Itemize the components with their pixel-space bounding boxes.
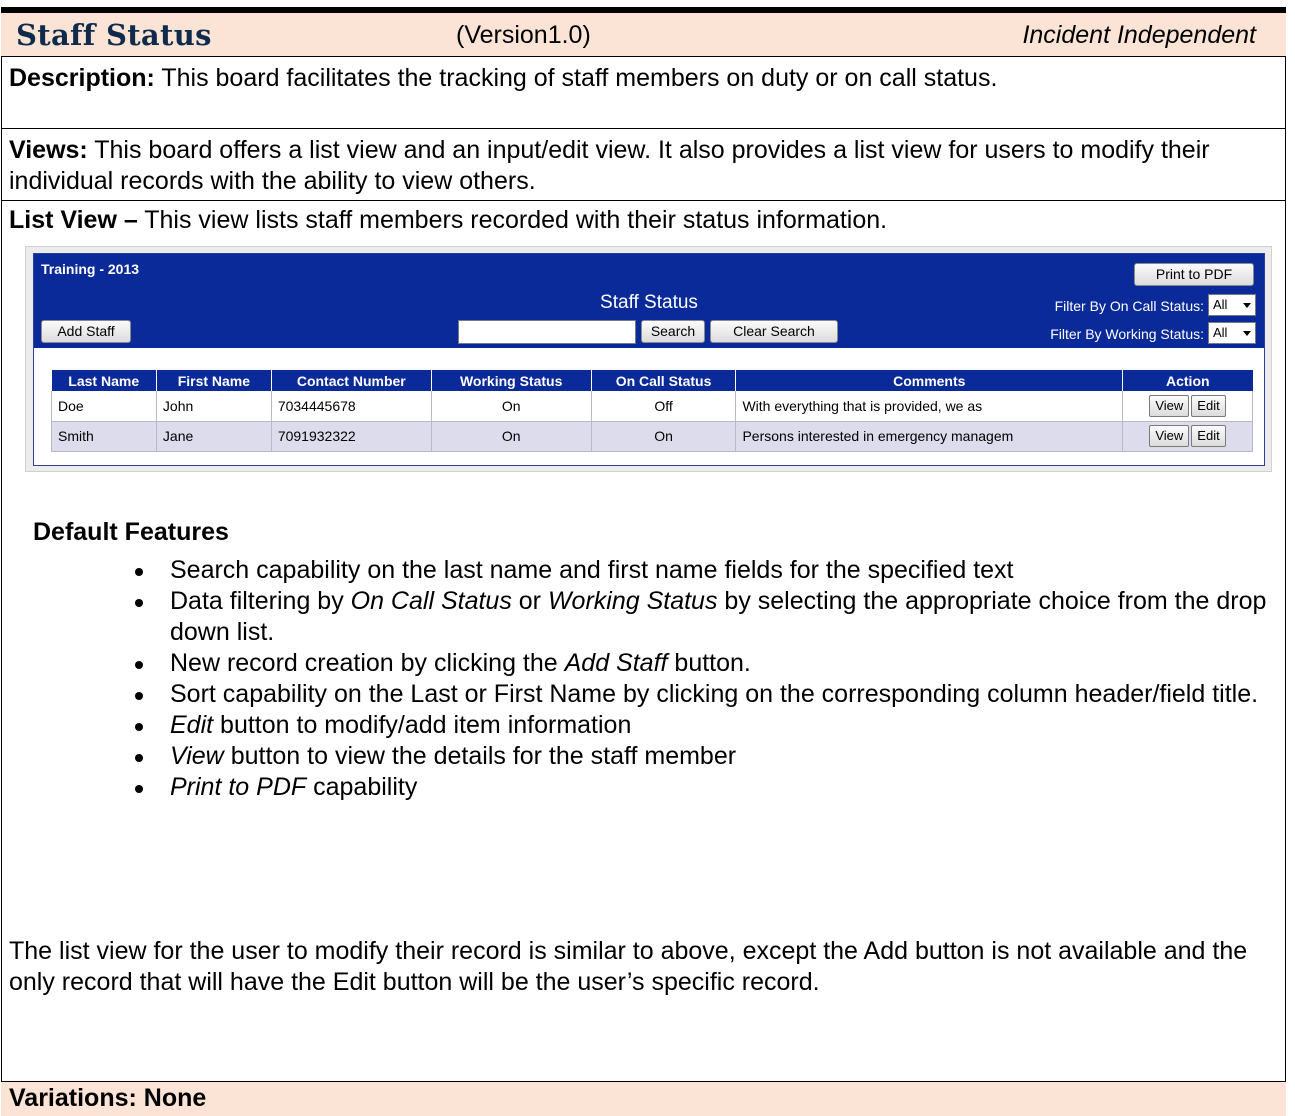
clear-search-button[interactable]: Clear Search [710, 320, 838, 343]
column-header-on-call-status: On Call Status [591, 370, 737, 391]
list-view-screenshot: Training - 2013 Staff Status Print to PD… [25, 246, 1272, 472]
search-button[interactable]: Search [641, 320, 705, 343]
app-board-name: Training - 2013 [41, 261, 140, 277]
cell-comments: Persons interested in emergency managem [735, 421, 1124, 452]
table-row: Smith Jane 7091932322 On On Persons inte… [51, 421, 1253, 452]
column-header-first-name[interactable]: First Name [156, 370, 272, 391]
feature-emphasis: Print to PDF [170, 773, 307, 801]
list-item: Edit button to modify/add item informati… [135, 710, 1270, 741]
board-title: Staff Status [16, 18, 212, 52]
table-row: Doe John 7034445678 On Off With everythi… [51, 391, 1253, 422]
table-header-row: Last Name First Name Contact Number Work… [51, 370, 1253, 391]
list-item: Search capability on the last name and f… [135, 555, 1270, 586]
filter-on-call-value: All [1213, 297, 1228, 312]
column-header-comments: Comments [735, 370, 1124, 391]
bullet-icon [135, 754, 143, 762]
chevron-down-icon [1243, 303, 1251, 308]
feature-text: Data filtering by [170, 587, 351, 615]
edit-button[interactable]: Edit [1191, 425, 1226, 447]
feature-text: button. [667, 649, 751, 677]
feature-text: Sort capability on the Last or First Nam… [170, 680, 1259, 708]
views-label: Views: [9, 136, 88, 164]
cell-last-name: Smith [51, 421, 157, 452]
column-header-contact-number: Contact Number [271, 370, 432, 391]
description-row: Description: This board facilitates the … [1, 57, 1286, 129]
filter-working-label: Filter By Working Status: [1050, 326, 1204, 342]
column-header-working-status: Working Status [431, 370, 592, 391]
filter-on-call-label: Filter By On Call Status: [1054, 298, 1204, 314]
feature-emphasis: Add Staff [564, 649, 668, 677]
feature-text: button to view the details for the staff… [223, 742, 737, 770]
bullet-icon [135, 785, 143, 793]
cell-contact-number: 7091932322 [271, 421, 432, 452]
title-row: Staff Status (Version1.0) Incident Indep… [1, 13, 1286, 57]
variations-row: Variations: None [1, 1081, 1286, 1116]
staff-table: Last Name First Name Contact Number Work… [51, 370, 1253, 452]
features-heading: Default Features [33, 518, 229, 546]
list-item: New record creation by clicking the Add … [135, 648, 1270, 679]
list-item: Data filtering by On Call Status or Work… [135, 586, 1270, 648]
feature-emphasis: On Call Status [350, 587, 512, 615]
board-version: (Version1.0) [456, 21, 591, 49]
list-item: Print to PDF capability [135, 772, 1270, 803]
app-window: Training - 2013 Staff Status Print to PD… [33, 253, 1265, 466]
list-view-label: List View – [9, 206, 138, 234]
document-page: Staff Status (Version1.0) Incident Indep… [0, 0, 1295, 1116]
list-view-row: List View – This view lists staff member… [1, 201, 1286, 241]
description-label: Description: [9, 64, 155, 92]
closing-paragraph: The list view for the user to modify the… [9, 937, 1248, 996]
filter-on-call-select[interactable]: All [1208, 294, 1256, 316]
list-item: View button to view the details for the … [135, 741, 1270, 772]
app-header: Training - 2013 Staff Status Print to PD… [34, 254, 1264, 348]
filter-working-value: All [1213, 325, 1228, 340]
feature-emphasis: View [170, 742, 224, 770]
bullet-icon [135, 692, 143, 700]
filter-working-select[interactable]: All [1208, 322, 1256, 344]
bullet-icon [135, 599, 143, 607]
incident-scope: Incident Independent [1022, 21, 1256, 49]
bullet-icon [135, 723, 143, 731]
cell-working-status: On [431, 421, 592, 452]
feature-text: Search capability on the last name and f… [170, 556, 1014, 584]
column-header-last-name[interactable]: Last Name [51, 370, 157, 391]
feature-text: button to modify/add item information [213, 711, 632, 739]
feature-emphasis: Edit [170, 711, 214, 739]
bullet-icon [135, 568, 143, 576]
feature-text: capability [306, 773, 418, 801]
cell-action: View Edit [1122, 391, 1253, 422]
edit-button[interactable]: Edit [1191, 394, 1226, 417]
column-header-action: Action [1122, 370, 1253, 391]
list-item: Sort capability on the Last or First Nam… [135, 679, 1270, 710]
list-view-text: This view lists staff members recorded w… [137, 206, 888, 234]
description-text: This board facilitates the tracking of s… [154, 64, 998, 92]
cell-comments: With everything that is provided, we as [735, 391, 1124, 422]
cell-first-name: John [156, 391, 272, 422]
search-input[interactable] [458, 320, 636, 344]
cell-on-call-status: On [591, 421, 737, 452]
cell-action: View Edit [1122, 421, 1253, 452]
views-text: This board offers a list view and an inp… [9, 136, 1210, 195]
feature-text: or [511, 587, 548, 615]
add-staff-button[interactable]: Add Staff [41, 320, 131, 343]
features-list: Search capability on the last name and f… [135, 555, 1270, 803]
cell-on-call-status: Off [591, 391, 737, 422]
cell-first-name: Jane [156, 421, 272, 452]
bullet-icon [135, 661, 143, 669]
views-row: Views: This board offers a list view and… [1, 129, 1286, 201]
cell-last-name: Doe [51, 391, 157, 422]
cell-working-status: On [431, 391, 592, 422]
view-button[interactable]: View [1149, 425, 1190, 447]
feature-emphasis: Working Status [547, 587, 718, 615]
print-to-pdf-button[interactable]: Print to PDF [1134, 263, 1254, 286]
feature-text: New record creation by clicking the [170, 649, 565, 677]
view-button[interactable]: View [1149, 394, 1190, 417]
cell-contact-number: 7034445678 [271, 391, 432, 422]
chevron-down-icon [1243, 331, 1251, 336]
